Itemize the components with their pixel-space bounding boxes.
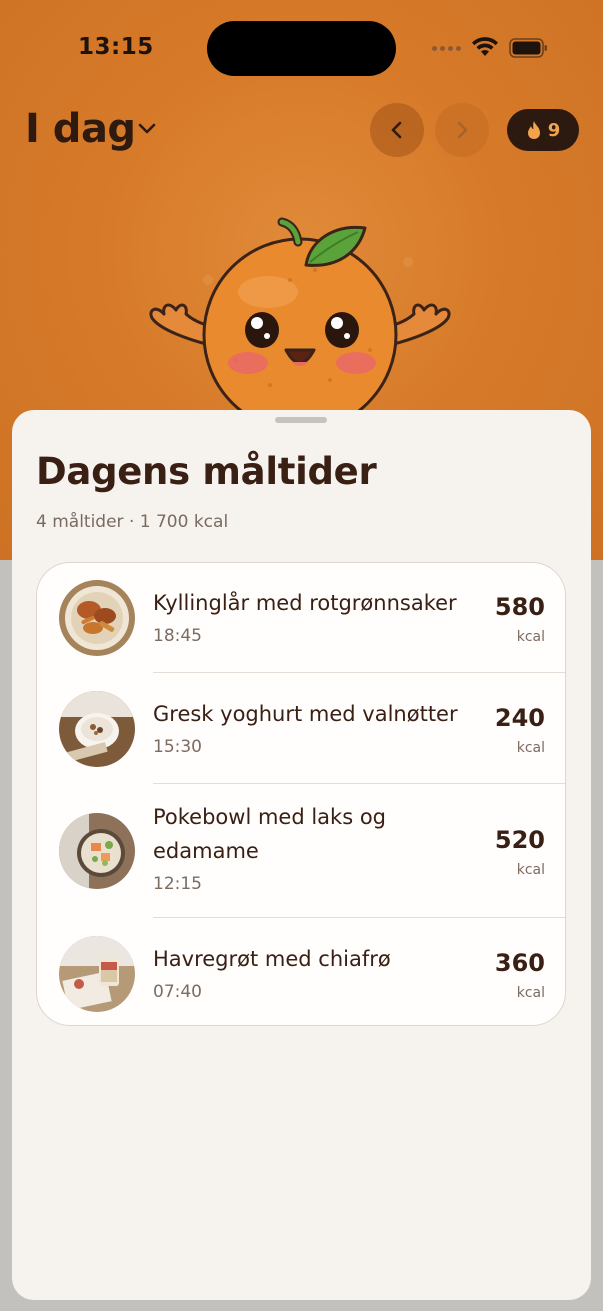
meal-name: Kyllinglår med rotgrønnsaker bbox=[153, 591, 457, 615]
battery-icon bbox=[509, 38, 547, 58]
status-bar: 13:15 bbox=[0, 0, 603, 95]
meal-name: Havregrøt med chiafrø bbox=[153, 947, 391, 971]
meal-thumbnail bbox=[59, 813, 135, 889]
meal-thumbnail bbox=[59, 936, 135, 1012]
sheet-title: Dagens måltider bbox=[36, 450, 377, 493]
dynamic-island bbox=[207, 21, 396, 76]
meal-time: 15:30 bbox=[153, 737, 202, 757]
meal-kcal-unit: kcal bbox=[516, 862, 545, 878]
day-selector-title[interactable]: I dag bbox=[25, 106, 136, 152]
chevron-right-icon bbox=[457, 121, 468, 139]
meal-time: 18:45 bbox=[153, 626, 202, 646]
list-item-meal[interactable]: Gresk yoghurt med valnøtter 15:30 240 kc… bbox=[37, 673, 565, 784]
chevron-left-icon bbox=[391, 121, 402, 139]
meal-kcal-value: 240 bbox=[494, 704, 545, 732]
list-item-meal[interactable]: Kyllinglår med rotgrønnsaker 18:45 580 k… bbox=[37, 563, 565, 673]
list-item-meal[interactable]: Havregrøt med chiafrø 07:40 360 kcal bbox=[37, 918, 565, 1025]
meal-time: 07:40 bbox=[153, 982, 202, 1002]
previous-day-button[interactable] bbox=[370, 103, 424, 157]
meals-list: Kyllinglår med rotgrønnsaker 18:45 580 k… bbox=[36, 562, 566, 1026]
flame-icon bbox=[527, 121, 540, 139]
chevron-down-icon[interactable] bbox=[137, 122, 157, 136]
meal-name: Gresk yoghurt med valnøtter bbox=[153, 702, 458, 726]
meal-thumbnail bbox=[59, 691, 135, 767]
streak-count: 9 bbox=[547, 119, 561, 141]
cellular-signal-icon bbox=[432, 46, 461, 51]
streak-badge[interactable]: 9 bbox=[507, 109, 579, 151]
sheet-subtitle: 4 måltider · 1 700 kcal bbox=[36, 512, 229, 532]
meal-kcal-value: 580 bbox=[494, 593, 545, 621]
list-item-meal[interactable]: Pokebowl med laks og edamame 12:15 520 k… bbox=[37, 784, 565, 918]
status-time: 13:15 bbox=[78, 34, 154, 60]
meal-name: Pokebowl med laks og edamame bbox=[153, 805, 386, 863]
wifi-icon bbox=[472, 37, 498, 56]
meal-kcal-value: 520 bbox=[494, 826, 545, 854]
next-day-button[interactable] bbox=[435, 103, 489, 157]
meal-kcal-value: 360 bbox=[494, 949, 545, 977]
orange-mascot bbox=[149, 217, 451, 430]
meals-sheet: Dagens måltider 4 måltider · 1 700 kcal … bbox=[12, 410, 591, 1300]
meal-thumbnail bbox=[59, 580, 135, 656]
meal-kcal-unit: kcal bbox=[516, 740, 545, 756]
meal-time: 12:15 bbox=[153, 874, 202, 894]
meal-kcal-unit: kcal bbox=[516, 629, 545, 645]
sheet-grabber[interactable] bbox=[275, 417, 327, 423]
top-header: I dag 9 bbox=[0, 100, 603, 160]
meal-kcal-unit: kcal bbox=[516, 985, 545, 1001]
